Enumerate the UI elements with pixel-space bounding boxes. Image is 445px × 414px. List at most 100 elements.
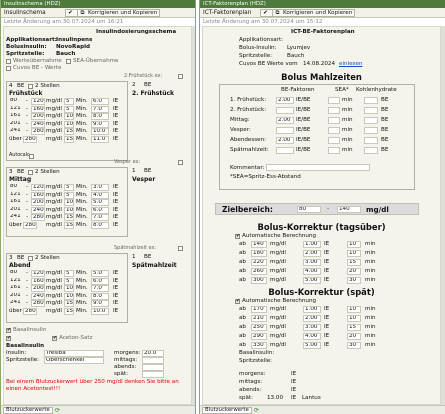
ie-field[interactable]: 4.00 [303, 268, 321, 275]
cuvos-checkbox[interactable] [6, 66, 11, 71]
sea-minutes[interactable]: 5 [64, 184, 74, 191]
sea-field[interactable] [328, 117, 340, 124]
sea-field[interactable] [328, 107, 340, 114]
bz-to[interactable]: 120 [31, 184, 45, 191]
dose-ie[interactable]: 6.0 [91, 206, 109, 214]
minutes-field[interactable]: 15 [347, 259, 361, 266]
sea-minutes[interactable]: 10 [64, 285, 74, 292]
abends-field[interactable] [142, 364, 164, 371]
bz-from[interactable]: 80 [9, 184, 24, 191]
bz-threshold[interactable]: 260 [251, 268, 267, 275]
dose-ie[interactable]: 9.0 [91, 120, 109, 128]
dose-ie[interactable]: 10.0 [91, 307, 109, 315]
bz-threshold[interactable]: 220 [251, 259, 267, 266]
minutes-field[interactable]: 15 [347, 324, 361, 331]
bz-from[interactable]: 161 [9, 113, 24, 120]
be-factor-field[interactable]: 2.00 [276, 97, 294, 104]
minutes-field[interactable]: 30 [347, 277, 361, 284]
scrollbar[interactable] [441, 26, 445, 405]
bz-threshold[interactable]: 140 [251, 241, 267, 248]
bz-from[interactable]: 121 [9, 192, 24, 199]
ie-field[interactable]: 3.00 [303, 259, 321, 266]
sea-minutes[interactable]: 10 [64, 113, 74, 120]
kh-field[interactable] [364, 137, 378, 144]
bz-from[interactable]: 241 [9, 214, 24, 221]
aceton-checkbox[interactable]: ✔ [52, 336, 57, 341]
bz-threshold[interactable]: 170 [251, 306, 267, 313]
dose-ie[interactable]: 5.0 [91, 270, 109, 277]
meal-ex-checkbox[interactable] [178, 160, 183, 165]
bz-to[interactable]: 240 [31, 206, 45, 214]
bz-from[interactable]: 280 [23, 221, 37, 229]
bz-to[interactable]: 160 [31, 191, 45, 199]
bz-threshold[interactable]: 180 [251, 250, 267, 257]
meal-ex-checkbox[interactable] [178, 246, 183, 251]
bz-to[interactable]: 120 [31, 98, 45, 105]
stellen-checkbox[interactable] [28, 256, 33, 261]
bz-to[interactable]: 240 [31, 120, 45, 128]
sea-minutes[interactable]: 5 [64, 105, 74, 113]
sea-minutes[interactable]: 15 [64, 135, 74, 143]
dose-ie[interactable]: 7.0 [91, 285, 109, 292]
bz-from[interactable]: 80 [9, 270, 24, 277]
bz-to[interactable]: 240 [31, 292, 45, 300]
einlesen-link[interactable]: einlesen [339, 61, 362, 67]
be-factor-field[interactable] [276, 127, 294, 134]
blutzucker-tab[interactable]: Blutzuckerwerte [3, 407, 53, 414]
auto-calc-day-checkbox[interactable]: ✔ [235, 234, 240, 239]
bz-threshold[interactable]: 250 [251, 324, 267, 331]
bz-from[interactable]: 80 [9, 98, 24, 105]
be-factor-field[interactable]: 2.00 [276, 137, 294, 144]
bz-from[interactable]: 161 [9, 285, 24, 292]
sea-minutes[interactable]: 15 [64, 128, 74, 135]
dose-ie[interactable]: 4.0 [91, 191, 109, 199]
be-factor-field[interactable] [276, 107, 294, 114]
bz-to[interactable]: 160 [31, 277, 45, 285]
dose-ie[interactable]: 7.0 [91, 105, 109, 113]
refresh-icon[interactable]: ⟳ [254, 407, 259, 414]
scrollbar[interactable] [192, 26, 195, 405]
blutzucker-tab[interactable]: Blutzuckerwerte [202, 407, 252, 414]
minutes-field[interactable]: 10 [347, 241, 361, 248]
bz-threshold[interactable]: 330 [251, 342, 267, 349]
dose-ie[interactable]: 11.0 [91, 135, 109, 143]
stellen-checkbox[interactable] [28, 84, 33, 89]
spaet-field[interactable] [142, 371, 164, 378]
ie-field[interactable]: 1.00 [303, 306, 321, 313]
sea-field[interactable] [328, 137, 340, 144]
sea-checkbox[interactable] [66, 59, 71, 64]
site2-field[interactable]: Oberschenkel [44, 357, 104, 364]
bz-to[interactable]: 200 [31, 113, 45, 120]
bz-from[interactable]: 241 [9, 300, 24, 307]
correct-copy-button[interactable]: ⧉ Korrigieren und Kopieren [272, 9, 356, 17]
sea-minutes[interactable]: 10 [64, 292, 74, 300]
sea-minutes[interactable]: 5 [64, 191, 74, 199]
bz-to[interactable]: 200 [31, 285, 45, 292]
ie-field[interactable]: 5.00 [303, 277, 321, 284]
kh-field[interactable] [364, 117, 378, 124]
dose-ie[interactable]: 10.0 [91, 128, 109, 135]
dose-ie[interactable]: 3.0 [91, 184, 109, 191]
dose-ie[interactable]: 5.0 [91, 199, 109, 206]
minutes-field[interactable]: 10 [347, 250, 361, 257]
sea-field[interactable] [328, 97, 340, 104]
refresh-icon[interactable]: ⟳ [55, 407, 60, 414]
dose-ie[interactable]: 6.0 [91, 98, 109, 105]
auto-calc-late-checkbox[interactable]: ✔ [235, 299, 240, 304]
kh-field[interactable] [364, 97, 378, 104]
bz-to[interactable]: 280 [31, 214, 45, 221]
sea-minutes[interactable]: 15 [64, 214, 74, 221]
ie-field[interactable]: 4.00 [303, 333, 321, 340]
sea-field[interactable] [328, 127, 340, 134]
sea-minutes[interactable]: 15 [64, 221, 74, 229]
morgens-field[interactable]: 20.0 [142, 350, 164, 357]
autocalc-checkbox[interactable] [29, 154, 34, 159]
bz-from[interactable]: 121 [9, 106, 24, 113]
zielbereich-from[interactable]: 80 [297, 206, 321, 213]
dose-ie[interactable]: 6.0 [91, 277, 109, 285]
bz-from[interactable]: 201 [9, 207, 24, 214]
kh-field[interactable] [364, 127, 378, 134]
bz-threshold[interactable]: 300 [251, 277, 267, 284]
bz-from[interactable]: 121 [9, 278, 24, 285]
bz-threshold[interactable]: 210 [251, 315, 267, 322]
